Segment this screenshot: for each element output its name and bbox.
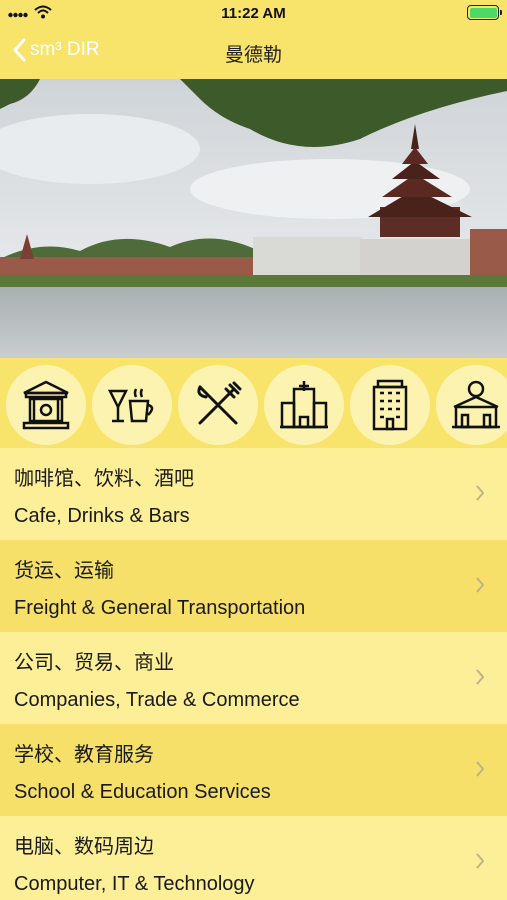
list-item[interactable]: 学校、教育服务 School & Education Services xyxy=(0,724,507,816)
list-item[interactable]: 咖啡馆、饮料、酒吧 Cafe, Drinks & Bars xyxy=(0,448,507,540)
chevron-right-icon xyxy=(476,669,485,685)
hospital-icon[interactable] xyxy=(264,365,344,445)
navigation-bar: sm³ DIR 曼德勒 xyxy=(0,26,507,79)
list-item-label-cn: 货运、运输 xyxy=(14,558,114,582)
status-bar: 11:22 AM xyxy=(0,0,507,26)
page-title: 曼德勒 xyxy=(224,45,282,66)
list-item-label-cn: 学校、教育服务 xyxy=(14,742,154,766)
hero-image xyxy=(0,79,507,358)
list-item-label-cn: 咖啡馆、饮料、酒吧 xyxy=(14,466,194,490)
category-icon-row xyxy=(0,358,507,448)
list-item-label-cn: 电脑、数码周边 xyxy=(14,834,154,858)
list-item-label-en: Freight & General Transportation xyxy=(14,597,306,619)
list-item-label-en: Computer, IT & Technology xyxy=(14,873,255,895)
list-item-label-en: Companies, Trade & Commerce xyxy=(14,689,300,711)
list-item-label-cn: 公司、贸易、商业 xyxy=(14,650,174,674)
list-item[interactable]: 货运、运输 Freight & General Transportation xyxy=(0,540,507,632)
list-item[interactable]: 电脑、数码周边 Computer, IT & Technology xyxy=(0,816,507,900)
battery-icon xyxy=(467,5,502,20)
status-time: 11:22 AM xyxy=(221,5,286,22)
chevron-right-icon xyxy=(476,761,485,777)
category-list: 咖啡馆、饮料、酒吧 Cafe, Drinks & Bars 货运、运输 Frei… xyxy=(0,448,507,900)
list-item-label-en: Cafe, Drinks & Bars xyxy=(14,505,190,527)
chevron-right-icon xyxy=(476,485,485,501)
list-item[interactable]: 公司、贸易、商业 Companies, Trade & Commerce xyxy=(0,632,507,724)
entertainment-icon[interactable] xyxy=(436,365,507,445)
hotel-icon[interactable] xyxy=(350,365,430,445)
bank-icon[interactable] xyxy=(6,365,86,445)
chevron-right-icon xyxy=(476,853,485,869)
list-item-label-en: School & Education Services xyxy=(14,781,271,803)
drinks-icon[interactable] xyxy=(92,365,172,445)
chevron-right-icon xyxy=(476,577,485,593)
restaurant-icon[interactable] xyxy=(178,365,258,445)
